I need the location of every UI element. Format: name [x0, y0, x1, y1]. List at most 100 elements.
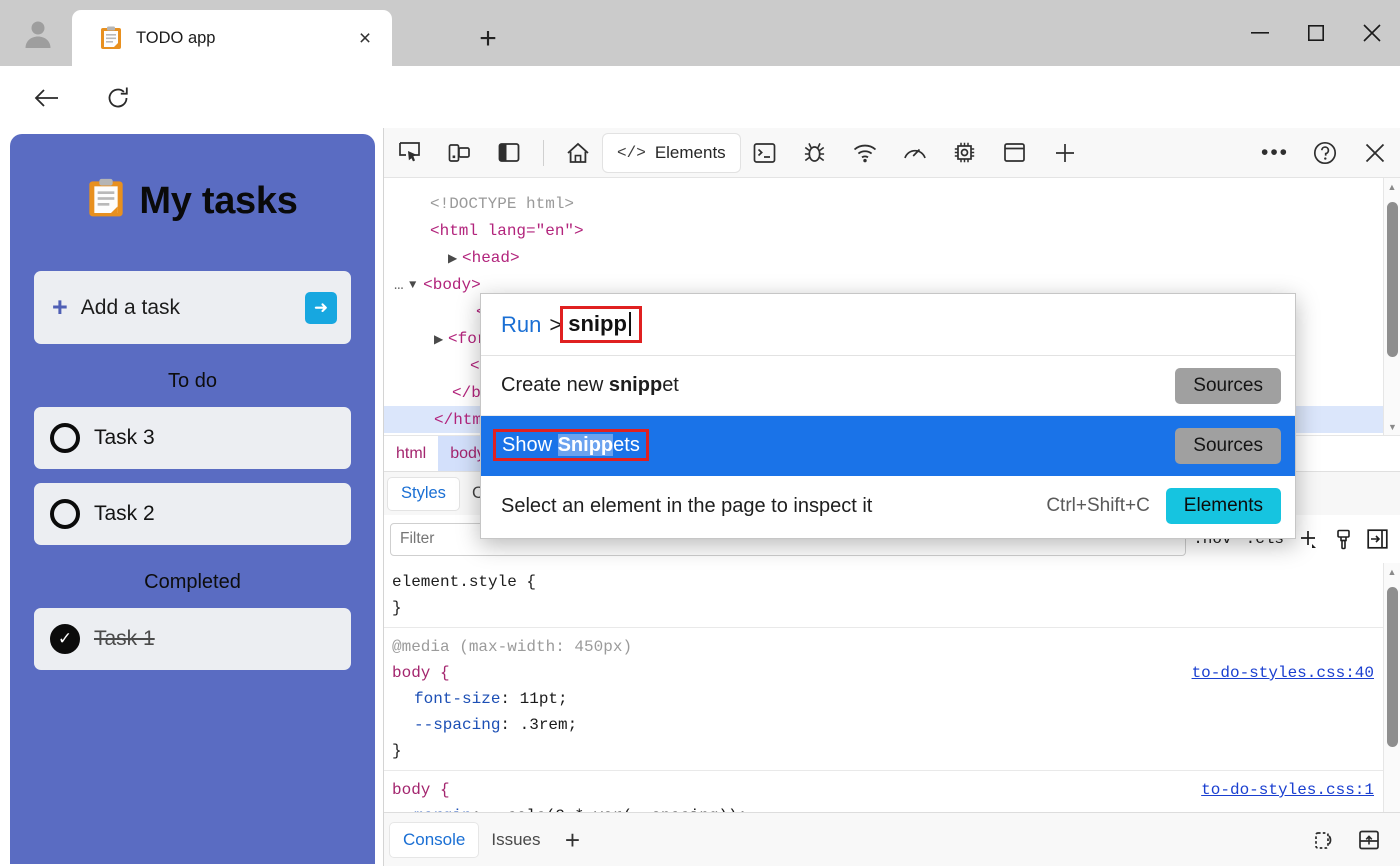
dom-line[interactable]: <html lang="en">	[384, 217, 1400, 244]
task-label: Task 2	[94, 502, 155, 526]
tab-console[interactable]: Console	[390, 823, 478, 857]
performance-icon[interactable]	[890, 130, 940, 176]
rule-media-query: @media (max-width: 450px)	[392, 634, 1384, 660]
rule-selector[interactable]: body { to-do-styles.css:40	[392, 660, 1384, 686]
scrollbar-thumb[interactable]	[1387, 587, 1398, 747]
rule-close-brace: }	[392, 738, 1384, 764]
css-declaration[interactable]: font-size: 11pt;	[392, 686, 1384, 712]
help-icon[interactable]	[1300, 130, 1350, 176]
memory-icon[interactable]	[940, 130, 990, 176]
scrollbar-thumb[interactable]	[1387, 202, 1398, 357]
styles-scrollbar[interactable]: ▲ ▼	[1383, 563, 1400, 835]
declaration-property[interactable]: --spacing	[414, 716, 500, 734]
close-devtools-icon[interactable]	[1350, 130, 1400, 176]
scroll-down-arrow-icon[interactable]: ▼	[1384, 418, 1400, 435]
css-rule[interactable]: @media (max-width: 450px) body { to-do-s…	[384, 628, 1384, 771]
debugger-icon[interactable]	[790, 130, 840, 176]
tab-elements-label: Elements	[655, 143, 726, 163]
palette-query-highlight: snipp	[560, 306, 642, 343]
todo-app: My tasks + Add a task ➜ To do Task 3 Tas…	[10, 134, 375, 864]
dom-line[interactable]: ▶<head>	[384, 244, 1400, 271]
palette-item-pre: Create new	[501, 374, 609, 396]
minimize-button[interactable]	[1232, 0, 1288, 66]
browser-tab[interactable]: TODO app ×	[72, 10, 392, 66]
devtools-toolbar: </> Elements	[384, 128, 1400, 178]
breadcrumb-item-html[interactable]: html	[384, 436, 438, 472]
rule-source-link[interactable]: to-do-styles.css:1	[1201, 781, 1374, 799]
task-checkbox[interactable]	[50, 499, 80, 529]
code-brackets-icon: </>	[617, 144, 646, 162]
dock-drawer-icon[interactable]	[1347, 822, 1391, 858]
new-tab-button[interactable]: +	[470, 22, 506, 56]
command-palette-input-row[interactable]: Run > snipp	[481, 294, 1295, 356]
application-icon[interactable]	[990, 130, 1040, 176]
add-panel-icon[interactable]	[1040, 130, 1090, 176]
palette-item[interactable]: Create new snippet Sources	[481, 356, 1295, 416]
command-palette[interactable]: Run > snipp Create new snippet Sources S…	[480, 293, 1296, 539]
task-label: Task 1	[94, 627, 155, 651]
tab-styles[interactable]: Styles	[388, 478, 459, 510]
inspect-element-icon[interactable]	[384, 130, 434, 176]
tab-issues[interactable]: Issues	[478, 823, 553, 857]
rule-selector[interactable]: element.style {	[392, 569, 1384, 595]
open-sidebar-icon[interactable]	[1360, 522, 1395, 556]
paintbrush-icon[interactable]	[1326, 522, 1360, 556]
add-drawer-tab-button[interactable]: +	[554, 823, 592, 857]
declaration-value[interactable]: 11pt;	[520, 690, 568, 708]
network-icon[interactable]	[840, 130, 890, 176]
task-item[interactable]: Task 2	[34, 483, 351, 545]
css-rules-list[interactable]: element.style { } @media (max-width: 450…	[384, 563, 1384, 835]
css-declaration[interactable]: --spacing: .3rem;	[392, 712, 1384, 738]
add-task-row[interactable]: + Add a task ➜	[34, 271, 351, 344]
browser-window: TODO app × + https://micr	[0, 0, 1400, 866]
devtools-toolbar-right: •••	[1250, 130, 1400, 176]
dom-line[interactable]: <!DOCTYPE html>	[384, 190, 1400, 217]
devtools-more-icon[interactable]: •••	[1250, 130, 1300, 176]
add-task-input[interactable]: Add a task	[81, 296, 292, 320]
submit-task-button[interactable]: ➜	[305, 292, 337, 324]
node-badge[interactable]: …	[394, 276, 405, 294]
palette-item-selected[interactable]: Show Snippets Sources	[481, 416, 1295, 476]
palette-item-label: Create new snippet	[501, 374, 1175, 397]
palette-item-pre: Show	[502, 434, 558, 456]
palette-item-badge: Sources	[1175, 428, 1281, 464]
devtools-drawer: Console Issues +	[384, 812, 1400, 866]
palette-item-badge: Sources	[1175, 368, 1281, 404]
scroll-up-arrow-icon[interactable]: ▲	[1384, 563, 1400, 580]
console-icon[interactable]	[740, 130, 790, 176]
declaration-property[interactable]: font-size	[414, 690, 500, 708]
toolbar-divider	[543, 140, 544, 166]
palette-item-pre: Select an element in the page to inspect…	[501, 495, 872, 517]
palette-item-badge: Elements	[1166, 488, 1281, 524]
dom-scrollbar[interactable]: ▲ ▼	[1383, 178, 1400, 435]
css-rule[interactable]: element.style { }	[384, 563, 1384, 628]
section-label-completed: Completed	[34, 571, 351, 594]
profile-avatar[interactable]	[10, 8, 66, 60]
palette-item-annotation-box: Show Snippets	[493, 429, 649, 461]
expand-triangle-icon[interactable]: ▶	[434, 332, 448, 347]
close-icon[interactable]: ×	[350, 23, 380, 53]
new-style-rule-button[interactable]	[1291, 522, 1326, 556]
expand-triangle-icon[interactable]: ▶	[448, 251, 462, 266]
devices-icon[interactable]	[1303, 822, 1347, 858]
dom-node-text: <!DOCTYPE html>	[394, 195, 574, 213]
command-palette-input[interactable]: snipp	[568, 311, 627, 337]
palette-item[interactable]: Select an element in the page to inspect…	[481, 476, 1295, 536]
close-window-button[interactable]	[1344, 0, 1400, 66]
device-emulation-icon[interactable]	[434, 130, 484, 176]
maximize-button[interactable]	[1288, 0, 1344, 66]
collapse-triangle-icon[interactable]: ▼	[409, 278, 423, 292]
home-icon[interactable]	[553, 130, 603, 176]
rule-source-link[interactable]: to-do-styles.css:40	[1192, 664, 1374, 682]
back-button[interactable]	[28, 80, 64, 116]
task-checkbox-checked[interactable]: ✓	[50, 624, 80, 654]
task-item[interactable]: ✓ Task 1	[34, 608, 351, 670]
declaration-value[interactable]: .3rem;	[520, 716, 578, 734]
task-item[interactable]: Task 3	[34, 407, 351, 469]
task-checkbox[interactable]	[50, 423, 80, 453]
tab-elements[interactable]: </> Elements	[603, 134, 740, 172]
rule-selector[interactable]: body { to-do-styles.css:1	[392, 777, 1384, 803]
scroll-up-arrow-icon[interactable]: ▲	[1384, 178, 1400, 195]
dock-side-icon[interactable]	[484, 130, 534, 176]
reload-button[interactable]	[100, 80, 136, 116]
